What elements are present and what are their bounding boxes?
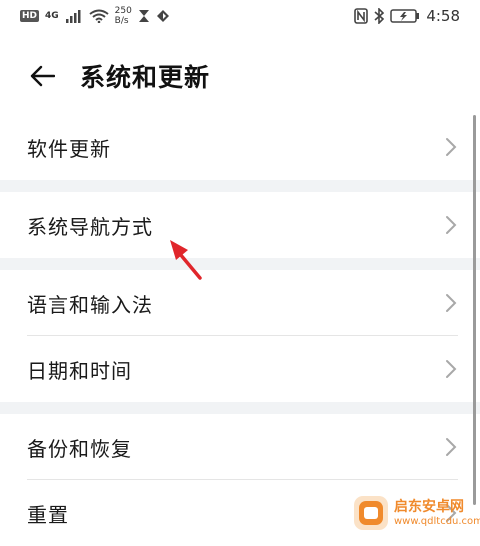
settings-item-label: 软件更新 bbox=[27, 136, 111, 161]
speed-unit: B/s bbox=[114, 16, 129, 26]
clock: 4:58 bbox=[426, 7, 460, 25]
section-gap bbox=[0, 258, 480, 270]
settings-item-software-update[interactable]: 软件更新 bbox=[0, 114, 480, 180]
speed-value: 250 bbox=[114, 6, 132, 16]
watermark-text: 启东安卓网 www.qdltcdu.com bbox=[394, 500, 480, 527]
watermark-title: 启东安卓网 bbox=[394, 498, 464, 515]
battery-charging-icon bbox=[390, 9, 420, 23]
status-bar: HD 4G 250 B/s 4:58 bbox=[0, 0, 480, 32]
settings-item-label: 备份和恢复 bbox=[27, 436, 132, 461]
watermark: 启东安卓网 www.qdltcdu.com bbox=[352, 494, 480, 532]
scrollbar[interactable] bbox=[473, 115, 476, 505]
settings-item-label: 重置 bbox=[27, 502, 69, 527]
settings-item-label: 语言和输入法 bbox=[27, 292, 153, 317]
status-bar-right: 4:58 bbox=[354, 7, 460, 25]
settings-item-label: 系统导航方式 bbox=[27, 214, 153, 239]
status-bar-left: HD 4G 250 B/s bbox=[20, 6, 170, 26]
settings-group-update: 软件更新 bbox=[0, 114, 480, 180]
settings-item-date-time[interactable]: 日期和时间 bbox=[0, 336, 480, 402]
wifi-icon bbox=[89, 9, 109, 23]
app-notification-icon bbox=[156, 10, 169, 22]
hd-badge: HD bbox=[20, 10, 40, 22]
app-header: 系统和更新 bbox=[0, 46, 480, 106]
chevron-right-icon bbox=[446, 438, 457, 456]
settings-group-language-time: 语言和输入法 日期和时间 bbox=[0, 270, 480, 402]
network-type: 4G bbox=[45, 10, 59, 21]
watermark-logo-icon bbox=[354, 496, 388, 530]
chevron-right-icon bbox=[446, 360, 457, 378]
settings-item-backup-restore[interactable]: 备份和恢复 bbox=[0, 414, 480, 480]
chevron-right-icon bbox=[446, 216, 457, 234]
back-button[interactable] bbox=[20, 54, 64, 98]
section-gap bbox=[0, 180, 480, 192]
section-gap bbox=[0, 402, 480, 414]
page-title: 系统和更新 bbox=[80, 63, 211, 92]
annotation-arrow-icon bbox=[170, 240, 202, 280]
watermark-url: www.qdltcdu.com bbox=[394, 515, 480, 527]
back-arrow-icon bbox=[30, 65, 55, 87]
settings-group-navigation: 系统导航方式 bbox=[0, 192, 480, 258]
signal-icon bbox=[65, 10, 81, 23]
settings-item-system-navigation[interactable]: 系统导航方式 bbox=[0, 192, 480, 258]
chevron-right-icon bbox=[446, 138, 457, 156]
settings-item-label: 日期和时间 bbox=[27, 358, 132, 383]
chevron-right-icon bbox=[446, 294, 457, 312]
bluetooth-icon bbox=[374, 8, 385, 24]
nfc-icon bbox=[354, 8, 369, 24]
settings-item-language-input[interactable]: 语言和输入法 bbox=[0, 270, 480, 336]
hourglass-icon bbox=[138, 10, 149, 22]
network-speed: 250 B/s bbox=[115, 6, 132, 26]
